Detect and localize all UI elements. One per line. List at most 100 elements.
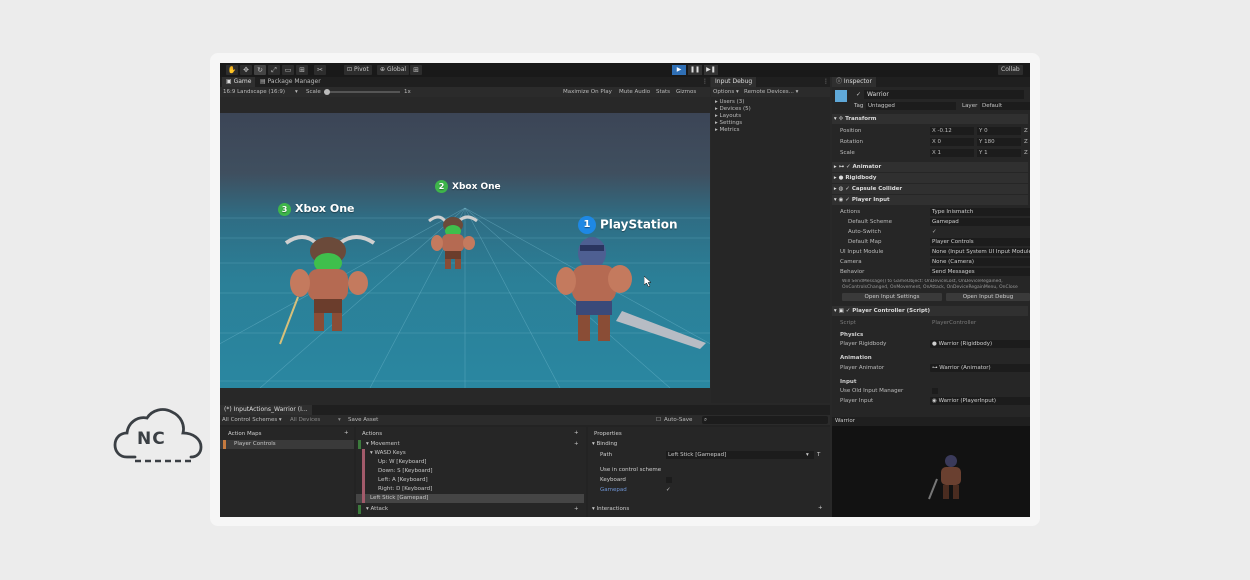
search-input[interactable]: ⌕	[702, 416, 828, 424]
camera-field[interactable]: None (Camera)	[930, 258, 1030, 266]
rotation-x-field[interactable]: X 0	[930, 138, 974, 146]
ui-input-module-field[interactable]: None (Input System UI Input Module)	[930, 248, 1030, 256]
position-y-field[interactable]: Y 0	[977, 127, 1021, 135]
global-toggle[interactable]: ⊕ Global	[377, 65, 410, 75]
default-scheme-row: Default Scheme Gamepad	[840, 217, 1030, 227]
player-animator-field[interactable]: ⊶ Warrior (Animator)	[930, 364, 1030, 372]
add-interaction-icon[interactable]: +	[818, 504, 823, 512]
warrior-character-3[interactable]	[278, 221, 383, 346]
gamepad-scheme-checkbox[interactable]: ✓	[666, 486, 671, 494]
action-row-movement[interactable]: ▾ Movement +	[356, 440, 584, 449]
action-map-item[interactable]: Player Controls	[220, 440, 354, 449]
tag-dropdown[interactable]: Untagged	[866, 102, 956, 110]
debug-item-layouts[interactable]: ▸ Layouts	[715, 113, 741, 120]
animator-header[interactable]: ▸ ⊶ ✓ Animator	[832, 162, 1028, 172]
action-row-right[interactable]: Right: D [Keyboard]	[356, 485, 584, 494]
panel-menu-icon[interactable]: ⋮	[698, 77, 712, 87]
grid-snap-icon[interactable]: ⊞	[410, 65, 422, 75]
scale-z-label[interactable]: Z	[1024, 148, 1028, 158]
hand-tool-icon[interactable]: ✋	[226, 65, 238, 75]
transform-header[interactable]: ▾ ✢ Transform	[832, 114, 1028, 124]
play-button[interactable]: ▶	[672, 65, 686, 75]
path-dropdown-icon[interactable]: ▾	[806, 451, 809, 459]
transform-tool-icon[interactable]: ⊞	[296, 65, 308, 75]
save-asset-button[interactable]: Save Asset	[348, 416, 378, 424]
action-row-wasd[interactable]: ▾ WASD Keys	[356, 449, 584, 458]
scale-slider-handle[interactable]	[324, 89, 330, 95]
collab-button[interactable]: Collab	[998, 65, 1023, 75]
debug-item-metrics[interactable]: ▸ Metrics	[715, 127, 739, 134]
add-action-icon[interactable]: +	[574, 429, 579, 437]
tab-package-manager[interactable]: ▤ Package Manager	[256, 77, 325, 87]
add-action-map-icon[interactable]: +	[344, 429, 349, 437]
input-debug-menu-icon[interactable]: ⋮	[819, 77, 833, 87]
layer-dropdown[interactable]: Default	[980, 102, 1030, 110]
path-field[interactable]: Left Stick [Gamepad]	[666, 451, 814, 459]
position-x-field[interactable]: X -0.12	[930, 127, 974, 135]
player-controller-header[interactable]: ▾ ▣ ✓ Player Controller (Script)	[832, 306, 1028, 316]
player-rigidbody-field[interactable]: ● Warrior (Rigidbody)	[930, 340, 1030, 348]
rotate-tool-icon[interactable]: ↻	[254, 65, 266, 75]
binding-section[interactable]: ▾ Binding	[592, 440, 617, 448]
aspect-dropdown[interactable]: 16:9 Landscape (16:9)	[223, 88, 285, 96]
player-input-ref-field[interactable]: ◉ Warrior (PlayerInput)	[930, 397, 1030, 405]
tab-inspector[interactable]: ⓘ Inspector	[832, 77, 876, 87]
open-input-debug-button[interactable]: Open Input Debug	[946, 293, 1030, 301]
add-binding-icon[interactable]: +	[574, 440, 579, 449]
open-input-settings-button[interactable]: Open Input Settings	[842, 293, 942, 301]
devices-dropdown[interactable]: All Devices	[290, 416, 320, 424]
maximize-on-play[interactable]: Maximize On Play	[563, 88, 612, 96]
pause-button[interactable]: ❚❚	[688, 65, 702, 75]
behavior-dropdown[interactable]: Send Messages	[930, 268, 1030, 276]
capsule-collider-header[interactable]: ▸ ◍ ✓ Capsule Collider	[832, 184, 1028, 194]
action-row-left-stick[interactable]: Left Stick [Gamepad]	[356, 494, 584, 503]
tab-game[interactable]: ▣ Game	[222, 77, 256, 87]
action-row-left[interactable]: Left: A [Keyboard]	[356, 476, 584, 485]
warrior-character-2[interactable]	[425, 209, 480, 271]
pivot-toggle[interactable]: ⊡ Pivot	[344, 65, 372, 75]
tab-input-debug[interactable]: Input Debug	[711, 77, 757, 87]
active-checkbox[interactable]: ✓	[856, 91, 861, 99]
debug-item-settings[interactable]: ▸ Settings	[715, 120, 742, 127]
custom-tool-icon[interactable]: ✂	[314, 65, 326, 75]
scale-y-field[interactable]: Y 1	[977, 149, 1021, 157]
auto-switch-checkbox[interactable]: ✓	[932, 227, 937, 237]
warrior-character-1[interactable]	[550, 231, 710, 351]
tab-input-actions[interactable]: (*) InputActions_Warrior (I...	[220, 405, 312, 415]
debug-item-devices[interactable]: ▸ Devices (5)	[715, 106, 751, 113]
player-input-header[interactable]: ▾ ◉ ✓ Player Input	[832, 195, 1028, 205]
autosave-checkbox[interactable]: ☐	[656, 416, 661, 424]
rotation-y-field[interactable]: Y 180	[977, 138, 1021, 146]
default-scheme-dropdown[interactable]: Gamepad	[930, 218, 1030, 226]
rotation-z-label[interactable]: Z	[1024, 137, 1028, 147]
rect-tool-icon[interactable]: ▭	[282, 65, 294, 75]
listen-button-icon[interactable]: T	[817, 451, 820, 459]
keyboard-scheme-checkbox[interactable]	[666, 477, 672, 483]
object-name-field[interactable]: Warrior	[864, 90, 1024, 99]
step-button[interactable]: ▶❚	[704, 65, 718, 75]
options-dropdown[interactable]: Options ▾	[713, 88, 739, 96]
scale-slider[interactable]	[324, 89, 400, 95]
scale-row-label: Scale	[840, 150, 855, 156]
use-old-input-checkbox[interactable]	[932, 388, 938, 394]
gizmos-toggle[interactable]: Gizmos	[676, 88, 696, 96]
position-z-label[interactable]: Z	[1024, 126, 1028, 136]
game-viewport[interactable]: 3 Xbox One 2 Xbox One 1 PlayStation	[220, 113, 710, 388]
debug-item-users[interactable]: ▸ Users (3)	[715, 99, 744, 106]
default-map-dropdown[interactable]: Player Controls	[930, 238, 1030, 246]
actions-field[interactable]: Type Inismatch	[930, 208, 1030, 216]
scale-tool-icon[interactable]: ⤢	[268, 65, 280, 75]
control-schemes-dropdown[interactable]: All Control Schemes ▾	[222, 416, 282, 424]
interactions-section[interactable]: ▾ Interactions	[592, 505, 629, 513]
remote-devices-dropdown[interactable]: Remote Devices... ▾	[744, 88, 798, 96]
pivot-label: Pivot	[353, 66, 369, 73]
action-row-up[interactable]: Up: W [Keyboard]	[356, 458, 584, 467]
add-binding-icon[interactable]: +	[574, 505, 579, 514]
move-tool-icon[interactable]: ✥	[240, 65, 252, 75]
rigidbody-header[interactable]: ▸ ● Rigidbody	[832, 173, 1028, 183]
action-row-attack[interactable]: ▾ Attack +	[356, 505, 584, 514]
scale-x-field[interactable]: X 1	[930, 149, 974, 157]
action-row-down[interactable]: Down: S [Keyboard]	[356, 467, 584, 476]
stats-toggle[interactable]: Stats	[656, 88, 670, 96]
mute-audio[interactable]: Mute Audio	[619, 88, 650, 96]
